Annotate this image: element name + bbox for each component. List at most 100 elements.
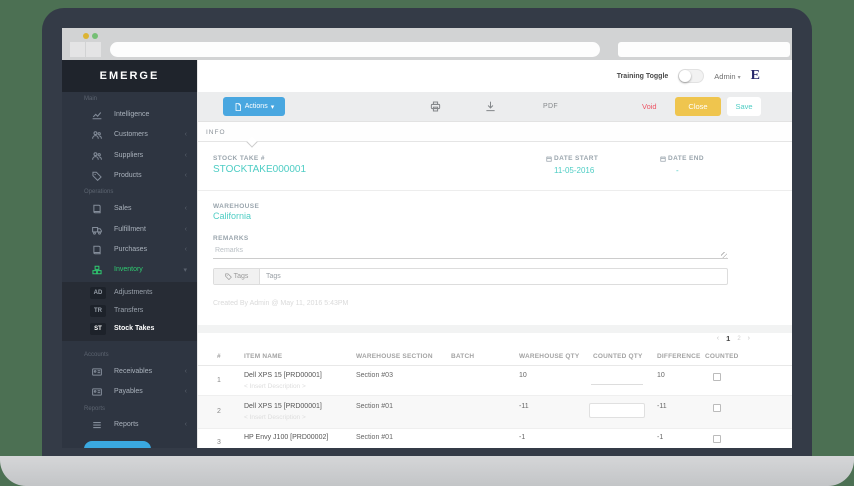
submenu-item-transfers[interactable]: TR Transfers bbox=[62, 304, 197, 318]
col-counted-qty: COUNTED QTY bbox=[593, 353, 643, 360]
date-end-label: DATE END bbox=[660, 155, 704, 162]
col-batch: BATCH bbox=[451, 353, 474, 360]
browser-back-button[interactable] bbox=[70, 42, 85, 57]
tags-field: Tags bbox=[213, 268, 728, 285]
app-window: EMERGE Main Intelligence Customers ‹ Sup… bbox=[62, 60, 792, 448]
boxes-icon bbox=[92, 265, 102, 275]
sidebar-item-inventory[interactable]: Inventory ▾ bbox=[62, 263, 197, 277]
sidebar: EMERGE Main Intelligence Customers ‹ Sup… bbox=[62, 60, 197, 448]
chevron-left-icon: ‹ bbox=[185, 152, 187, 159]
pagination-page-1[interactable]: 1 bbox=[726, 334, 730, 343]
laptop-base bbox=[0, 456, 854, 486]
item-name: Dell XPS 15 [PRD00001] bbox=[244, 403, 322, 410]
date-start-label: DATE START bbox=[546, 155, 598, 162]
warehouse-value[interactable]: California bbox=[213, 211, 251, 221]
tags-prefix: Tags bbox=[214, 269, 260, 284]
table-row: 2 Dell XPS 15 [PRD00001] < Insert Descri… bbox=[198, 396, 792, 429]
sidebar-item-receivables[interactable]: Receivables ‹ bbox=[62, 365, 197, 379]
calendar-icon bbox=[546, 156, 552, 162]
counted-checkbox[interactable] bbox=[713, 373, 721, 381]
tags-input[interactable] bbox=[260, 269, 727, 284]
section-separator bbox=[198, 325, 792, 333]
void-button[interactable]: Void bbox=[642, 102, 657, 111]
actions-button[interactable]: Actions ▾ bbox=[223, 97, 285, 116]
browser-forward-button[interactable] bbox=[86, 42, 101, 57]
transfers-badge: TR bbox=[90, 305, 106, 317]
emerge-e-logo: E bbox=[751, 69, 760, 83]
col-warehouse-qty: WAREHOUSE QTY bbox=[519, 353, 579, 360]
traffic-light-yellow-icon bbox=[83, 33, 89, 39]
laptop-bezel: EMERGE Main Intelligence Customers ‹ Sup… bbox=[42, 8, 812, 456]
chevron-left-icon: ‹ bbox=[185, 388, 187, 395]
users-icon bbox=[92, 151, 102, 161]
counted-qty-input[interactable] bbox=[589, 403, 645, 418]
chevron-left-icon: ‹ bbox=[185, 368, 187, 375]
chevron-left-icon: ‹ bbox=[185, 246, 187, 253]
emerge-logo: EMERGE bbox=[62, 60, 197, 92]
chevron-down-icon: ▾ bbox=[183, 266, 187, 274]
toggle-knob bbox=[679, 70, 691, 82]
list-icon bbox=[92, 420, 102, 430]
tag-icon bbox=[225, 273, 232, 280]
col-counted: COUNTED bbox=[705, 353, 739, 360]
counted-checkbox[interactable] bbox=[713, 404, 721, 412]
remarks-input[interactable] bbox=[213, 243, 728, 259]
sidebar-item-intelligence[interactable]: Intelligence bbox=[62, 108, 197, 122]
browser-address-bar[interactable] bbox=[110, 42, 600, 57]
chevron-left-icon: ‹ bbox=[185, 205, 187, 212]
browser-search-bar[interactable] bbox=[618, 42, 790, 57]
truck-icon bbox=[92, 225, 102, 235]
sidebar-quick-button[interactable] bbox=[84, 441, 151, 448]
counted-checkbox[interactable] bbox=[713, 435, 721, 443]
sidebar-item-fulfillment[interactable]: Fulfillment ‹ bbox=[62, 223, 197, 237]
sidebar-section-reports: Reports bbox=[84, 406, 105, 412]
counted-qty-input[interactable] bbox=[591, 372, 643, 385]
sidebar-item-products[interactable]: Products ‹ bbox=[62, 169, 197, 183]
submenu-item-stock-takes[interactable]: ST Stock Takes bbox=[62, 322, 197, 336]
tab-row: INFO bbox=[198, 122, 792, 142]
stock-takes-badge: ST bbox=[90, 323, 106, 335]
action-bar: Actions ▾ PDF Void Close Save bbox=[198, 92, 792, 122]
resize-grip-icon[interactable] bbox=[721, 252, 727, 258]
sidebar-item-suppliers[interactable]: Suppliers ‹ bbox=[62, 149, 197, 163]
training-toggle-switch[interactable] bbox=[678, 69, 704, 83]
stock-take-number-value[interactable]: STOCKTAKE000001 bbox=[213, 164, 306, 175]
tab-info[interactable]: INFO bbox=[206, 129, 226, 136]
inventory-submenu: AD Adjustments TR Transfers ST Stock Tak… bbox=[62, 282, 197, 341]
sidebar-section-accounts: Accounts bbox=[84, 352, 109, 358]
save-button[interactable]: Save bbox=[727, 97, 761, 116]
laptop-mockup: EMERGE Main Intelligence Customers ‹ Sup… bbox=[0, 0, 854, 486]
pagination-prev-icon[interactable]: ‹ bbox=[717, 335, 719, 342]
download-icon[interactable] bbox=[485, 101, 496, 112]
browser-chrome bbox=[62, 28, 792, 60]
col-warehouse-section: WAREHOUSE SECTION bbox=[356, 353, 433, 360]
pdf-export-button[interactable]: PDF bbox=[543, 103, 558, 110]
date-end-value[interactable]: - bbox=[676, 166, 679, 175]
sidebar-item-customers[interactable]: Customers ‹ bbox=[62, 128, 197, 142]
sidebar-item-purchases[interactable]: Purchases ‹ bbox=[62, 243, 197, 257]
file-icon bbox=[234, 103, 242, 111]
pagination-page-2[interactable]: 2 bbox=[737, 336, 740, 342]
book-icon bbox=[92, 245, 102, 255]
users-icon bbox=[92, 130, 102, 140]
card-icon bbox=[92, 387, 102, 397]
sidebar-item-reports[interactable]: Reports ‹ bbox=[62, 418, 197, 432]
book-icon bbox=[92, 204, 102, 214]
pagination: ‹ 1 2 › bbox=[717, 334, 750, 343]
table-row: 1 Dell XPS 15 [PRD00001] < Insert Descri… bbox=[198, 366, 792, 396]
printer-icon[interactable] bbox=[430, 101, 441, 112]
admin-menu[interactable]: Admin ▾ bbox=[714, 72, 740, 81]
chart-line-icon bbox=[92, 110, 102, 120]
submenu-item-adjustments[interactable]: AD Adjustments bbox=[62, 286, 197, 300]
chevron-left-icon: ‹ bbox=[185, 421, 187, 428]
sidebar-item-sales[interactable]: Sales ‹ bbox=[62, 202, 197, 216]
section-divider bbox=[198, 190, 792, 191]
sidebar-item-payables[interactable]: Payables ‹ bbox=[62, 385, 197, 399]
sidebar-section-operations: Operations bbox=[84, 189, 113, 195]
description-placeholder[interactable]: < Insert Description > bbox=[244, 414, 306, 421]
description-placeholder[interactable]: < Insert Description > bbox=[244, 383, 306, 390]
close-button[interactable]: Close bbox=[675, 97, 721, 116]
pagination-next-icon[interactable]: › bbox=[748, 335, 750, 342]
col-num: # bbox=[217, 353, 221, 360]
date-start-value[interactable]: 11-05-2016 bbox=[554, 166, 594, 175]
